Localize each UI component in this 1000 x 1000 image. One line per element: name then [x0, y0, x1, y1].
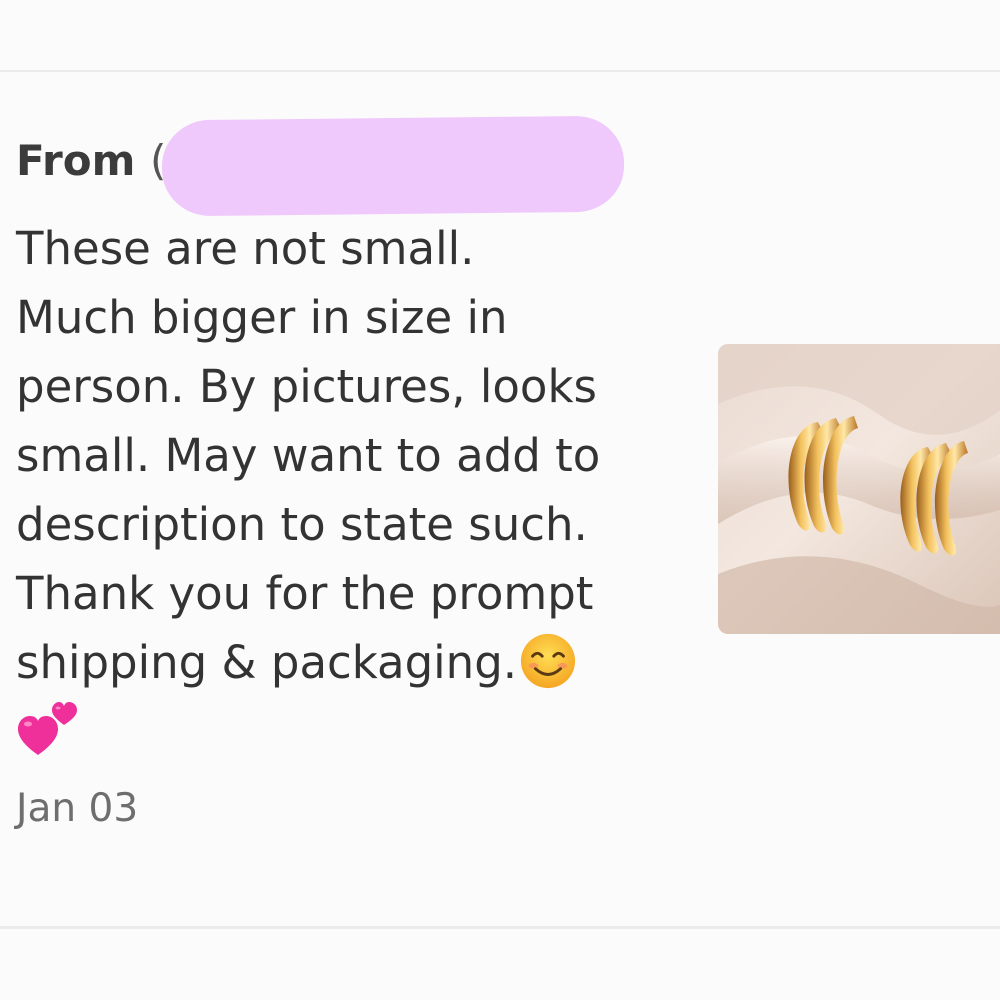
- review-text-line: Much bigger in size in: [16, 291, 508, 344]
- gold-hoop-earrings-image: [718, 344, 1000, 634]
- review-date: Jan 03: [16, 786, 139, 831]
- reviewer-line: From (: [16, 135, 166, 187]
- two-hearts-icon: [18, 702, 77, 755]
- review-text-line: person. By pictures, looks: [16, 360, 597, 413]
- review-text-last-line: shipping & packaging.: [16, 628, 656, 697]
- review-photo[interactable]: [718, 344, 1000, 634]
- redacted-reviewer-name: [161, 115, 625, 217]
- previous-review-bottom: [0, 0, 1000, 72]
- review-text-line: These are not small.: [16, 222, 475, 275]
- smiling-face-icon: [521, 633, 576, 689]
- review-text-line: shipping & packaging.: [16, 636, 518, 689]
- review-text-line: small. May want to add to: [16, 429, 601, 482]
- review-text-line: Thank you for the prompt: [16, 567, 594, 620]
- review-text-hearts-line: [16, 697, 656, 766]
- review-text: These are not small. Much bigger in size…: [16, 214, 656, 766]
- next-review-card: [0, 929, 1000, 1000]
- from-label: From: [16, 136, 136, 185]
- review-text-line: description to state such.: [16, 498, 588, 551]
